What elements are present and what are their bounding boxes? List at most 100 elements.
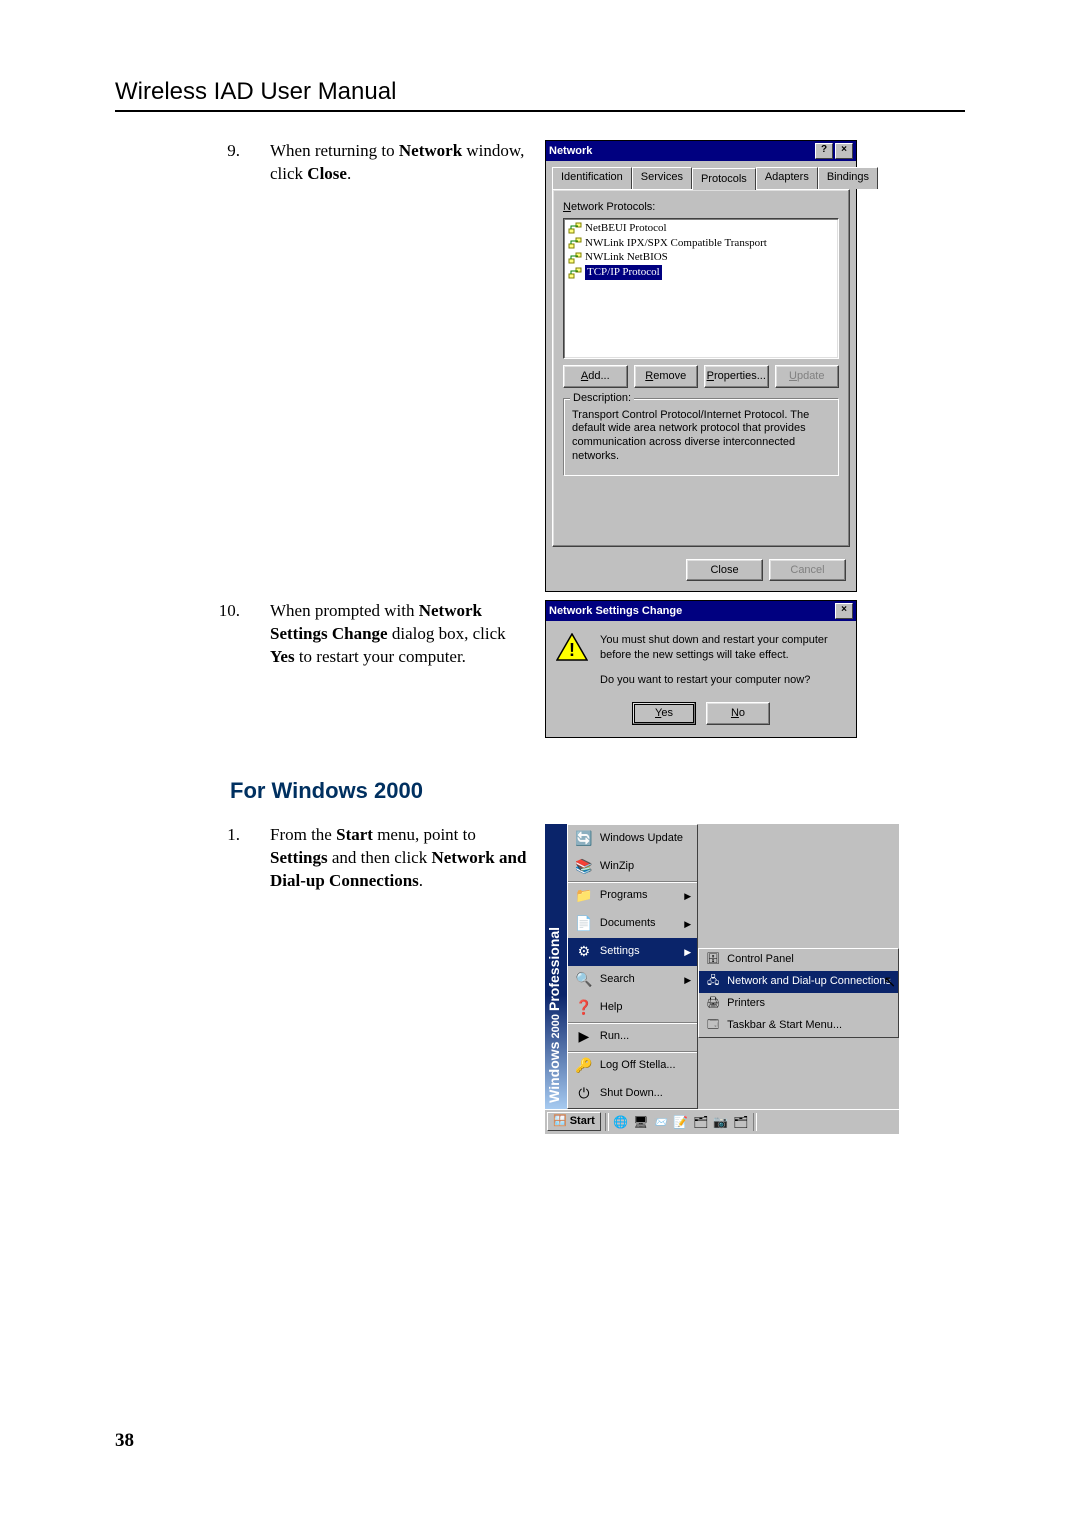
start-menu-item[interactable]: ⏻ Shut Down...	[568, 1080, 697, 1108]
update-button: Update	[775, 365, 840, 388]
tray-outlook-icon[interactable]: 📨	[653, 1114, 669, 1130]
tray-app-icon[interactable]: 🗂	[733, 1114, 749, 1130]
tab-services[interactable]: Services	[632, 167, 692, 189]
protocol-item[interactable]: NetBEUI Protocol	[566, 221, 836, 236]
nsc-message-2: Do you want to restart your computer now…	[600, 673, 846, 688]
protocol-icon	[568, 251, 582, 265]
close-icon[interactable]: ×	[835, 603, 853, 619]
protocols-label: etwork Protocols:	[571, 201, 655, 213]
menu-item-icon: 📄	[574, 914, 594, 934]
section-title-win2000: For Windows 2000	[230, 778, 965, 804]
page-number: 38	[115, 1430, 134, 1452]
step-number: 1.	[115, 824, 270, 1134]
step10-text: When prompted with Network Settings Chan…	[270, 600, 530, 737]
menu-item-icon: 🔄	[574, 829, 594, 849]
step-number: 10.	[115, 600, 270, 737]
protocol-item[interactable]: NWLink IPX/SPX Compatible Transport	[566, 236, 836, 251]
page-header: Wireless IAD User Manual	[115, 78, 965, 112]
warning-icon: !	[556, 633, 588, 661]
tray-app-icon[interactable]: 📷	[713, 1114, 729, 1130]
protocols-listbox[interactable]: NetBEUI ProtocolNWLink IPX/SPX Compatibl…	[563, 218, 839, 359]
menu-item-label: Documents	[600, 916, 656, 931]
network-dialog: Network ? × IdentificationServicesProtoc…	[545, 140, 857, 592]
start-menu-item[interactable]: 🔄 Windows Update	[568, 825, 697, 853]
close-button[interactable]: Close	[686, 559, 763, 582]
menu-item-icon: ⏻	[574, 1084, 594, 1104]
start-menu-item[interactable]: ❓ Help	[568, 994, 697, 1022]
close-icon[interactable]: ×	[835, 143, 853, 159]
add-button[interactable]: Add...	[563, 365, 628, 388]
settings-submenu-item[interactable]: 🖧 Network and Dial-up Connections	[699, 971, 898, 993]
menu-item-icon: 📁	[574, 886, 594, 906]
protocol-icon	[568, 266, 582, 280]
settings-submenu-item[interactable]: 🗔 Taskbar & Start Menu...	[699, 1015, 898, 1037]
tab-bindings[interactable]: Bindings	[818, 167, 878, 189]
start-menu-item[interactable]: 🔍 Search ▶	[568, 966, 697, 994]
protocol-item[interactable]: NWLink NetBIOS	[566, 250, 836, 265]
start-menu-screenshot: Windows 2000 Professional 🔄 Windows Updat…	[545, 824, 899, 1134]
help-icon[interactable]: ?	[815, 143, 833, 159]
settings-submenu-item[interactable]: 🗄 Control Panel	[699, 949, 898, 971]
menu-item-icon: 🗄	[705, 952, 721, 968]
menu-item-label: Windows Update	[600, 831, 683, 846]
menu-item-label: Search	[600, 972, 635, 987]
start-menu-band: Windows 2000 Professional	[545, 824, 567, 1109]
menu-item-label: Printers	[727, 996, 765, 1011]
cursor-icon: ↖	[883, 972, 896, 994]
menu-item-icon: 🔍	[574, 970, 594, 990]
start-menu-item[interactable]: ⚙ Settings ▶	[568, 938, 697, 966]
tab-protocols[interactable]: Protocols	[692, 168, 756, 190]
protocol-icon	[568, 221, 582, 235]
yes-button[interactable]: Yes	[632, 702, 696, 725]
menu-item-icon: ⚙	[574, 942, 594, 962]
start-button[interactable]: 🪟 Start	[547, 1112, 601, 1131]
menu-item-icon: ❓	[574, 998, 594, 1018]
menu-item-label: Run...	[600, 1029, 629, 1044]
menu-item-label: Network and Dial-up Connections	[727, 974, 891, 989]
start-menu-item[interactable]: 📁 Programs ▶	[568, 881, 697, 910]
protocol-item[interactable]: TCP/IP Protocol	[566, 265, 836, 280]
step1-text: From the Start menu, point to Settings a…	[270, 824, 530, 1134]
svg-text:!: !	[569, 640, 575, 660]
submenu-arrow-icon: ▶	[684, 946, 691, 958]
tray-ie-icon[interactable]: 🌐	[613, 1114, 629, 1130]
tab-adapters[interactable]: Adapters	[756, 167, 818, 189]
windows-icon: 🪟	[553, 1114, 567, 1129]
protocol-icon	[568, 236, 582, 250]
menu-item-label: Control Panel	[727, 952, 794, 967]
menu-item-label: Settings	[600, 944, 640, 959]
submenu-arrow-icon: ▶	[684, 890, 691, 902]
menu-item-label: Shut Down...	[600, 1086, 663, 1101]
menu-item-icon: 🖨	[705, 996, 721, 1012]
submenu-arrow-icon: ▶	[684, 974, 691, 986]
menu-item-icon: 📚	[574, 857, 594, 877]
description-label: Description:	[570, 391, 634, 406]
menu-item-icon: 🖧	[705, 974, 721, 990]
menu-item-label: Help	[600, 1000, 623, 1015]
remove-button[interactable]: Remove	[634, 365, 699, 388]
cancel-button: Cancel	[769, 559, 846, 582]
tray-app-icon[interactable]: 📝	[673, 1114, 689, 1130]
menu-item-icon: 🔑	[574, 1056, 594, 1076]
tab-identification[interactable]: Identification	[552, 167, 632, 189]
description-text: Transport Control Protocol/Internet Prot…	[572, 409, 830, 464]
start-menu-item[interactable]: 📚 WinZip	[568, 853, 697, 881]
start-menu-item[interactable]: 🔑 Log Off Stella...	[568, 1051, 697, 1080]
properties-button[interactable]: Properties...	[704, 365, 769, 388]
step-number: 9.	[115, 140, 270, 592]
no-button[interactable]: No	[706, 702, 770, 725]
menu-item-label: Log Off Stella...	[600, 1058, 676, 1073]
menu-item-label: WinZip	[600, 859, 634, 874]
menu-item-icon: 🗔	[705, 1018, 721, 1034]
menu-item-label: Programs	[600, 888, 648, 903]
dialog-title: Network	[549, 144, 592, 159]
settings-submenu-item[interactable]: 🖨 Printers	[699, 993, 898, 1015]
start-menu-item[interactable]: 📄 Documents ▶	[568, 910, 697, 938]
menu-item-label: Taskbar & Start Menu...	[727, 1018, 842, 1033]
submenu-arrow-icon: ▶	[684, 918, 691, 930]
network-settings-change-dialog: Network Settings Change × ! You must shu…	[545, 600, 857, 737]
start-menu-item[interactable]: ▶Run...	[568, 1022, 697, 1051]
tray-app-icon[interactable]: 🗂	[693, 1114, 709, 1130]
step9-text: When returning to Network window, click …	[270, 140, 530, 592]
tray-desktop-icon[interactable]: 🖥	[633, 1114, 649, 1130]
